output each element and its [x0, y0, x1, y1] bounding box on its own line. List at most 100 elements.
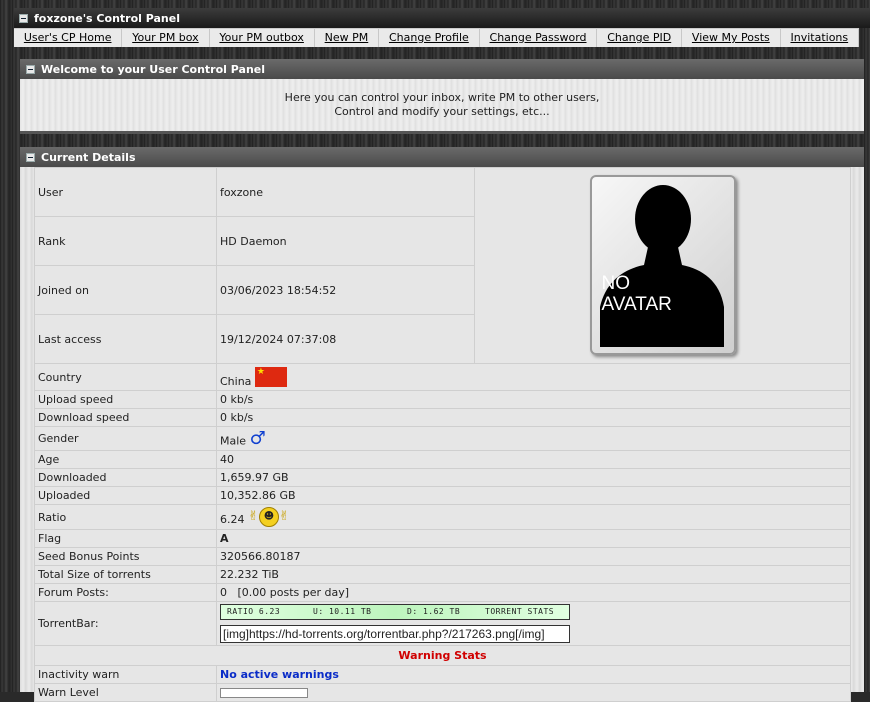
row-label: Download speed — [34, 408, 217, 427]
joined-value: 03/06/2023 18:54:52 — [216, 265, 475, 315]
username-value: foxzone — [216, 167, 475, 217]
rank-value: HD Daemon — [216, 216, 475, 266]
seed-bonus-value: 320566.80187 — [216, 547, 851, 566]
row-label: Warn Level — [34, 683, 217, 702]
download-speed-value: 0 kb/s — [216, 408, 851, 427]
row-label: Inactivity warn — [34, 665, 217, 684]
posts-per-day: [0.00 posts per day] — [237, 586, 350, 599]
country-cell: China ★ — [216, 363, 851, 391]
collapse-icon[interactable] — [19, 13, 28, 23]
silhouette-icon — [599, 185, 724, 347]
current-details-header: Current Details — [20, 147, 864, 167]
control-panel-title: foxzone's Control Panel — [34, 11, 180, 25]
forum-posts-cell: 0 [0.00 posts per day] — [216, 583, 851, 602]
ratio-value: 6.24 — [220, 513, 245, 526]
row-label: TorrentBar: — [34, 601, 217, 646]
age-value: 40 — [216, 450, 851, 469]
last-access-value: 19/12/2024 07:37:08 — [216, 314, 475, 364]
avatar-cell: NO AVATAR — [474, 167, 851, 364]
nav-change-profile[interactable]: Change Profile — [379, 29, 480, 47]
male-symbol-icon: ♂ — [249, 428, 266, 449]
welcome-header: Welcome to your User Control Panel — [20, 59, 864, 79]
torrentbar-cell: RATIO 6.23 U: 10.11 TB D: 1.62 TB TORRENT S… — [216, 601, 851, 646]
ratio-cell: 6.24 ✌ ☻ ✌ — [216, 504, 851, 530]
nav-view-my-posts[interactable]: View My Posts — [682, 29, 781, 47]
nav-change-pid[interactable]: Change PID — [597, 29, 683, 47]
nav-pm-outbox[interactable]: Your PM outbox — [210, 29, 315, 47]
torrentbar-upload: U: 10.11 TB — [313, 607, 372, 616]
table-row: Total Size of torrents 22.232 TiB — [34, 565, 851, 584]
welcome-line-2: Control and modify your settings, etc... — [334, 105, 550, 118]
thumbs-up-icon: ✌ — [248, 509, 259, 524]
table-row: TorrentBar: RATIO 6.23 U: 10.11 TB D: 1.62… — [34, 601, 851, 646]
nav-change-password[interactable]: Change Password — [480, 29, 598, 47]
row-label: Uploaded — [34, 486, 217, 505]
torrentbar-ratio: RATIO 6.23 — [227, 607, 281, 616]
current-details-title: Current Details — [41, 150, 136, 164]
row-label: Last access — [34, 314, 217, 364]
row-label: Total Size of torrents — [34, 565, 217, 584]
welcome-title: Welcome to your User Control Panel — [41, 62, 266, 76]
nav-invitations[interactable]: Invitations — [781, 29, 859, 47]
table-row: Uploaded 10,352.86 GB — [34, 486, 851, 505]
collapse-icon[interactable] — [26, 64, 35, 74]
table-row: Warning Stats — [34, 645, 851, 666]
inactivity-warn-value: No active warnings — [216, 665, 851, 684]
no-avatar-image: NO AVATAR — [589, 175, 736, 355]
china-flag-icon: ★ — [254, 366, 287, 387]
current-details-body: User foxzone NO AVATAR Rank HD Daemon Jo… — [20, 167, 864, 702]
table-row: Ratio 6.24 ✌ ☻ ✌ — [34, 504, 851, 530]
smiley-icon: ☻ — [258, 507, 279, 527]
table-row: Upload speed 0 kb/s — [34, 390, 851, 409]
row-label: Downloaded — [34, 468, 217, 487]
table-row: Downloaded 1,659.97 GB — [34, 468, 851, 487]
gender-cell: Male ♂ — [216, 426, 851, 451]
row-label: Upload speed — [34, 390, 217, 409]
torrentbar-code-field[interactable]: [img]https://hd-torrents.org/torrentbar.… — [220, 625, 570, 643]
table-row: Forum Posts: 0 [0.00 posts per day] — [34, 583, 851, 602]
table-row: Country China ★ — [34, 363, 851, 391]
forum-posts-value: 0 — [220, 586, 227, 599]
table-row: Seed Bonus Points 320566.80187 — [34, 547, 851, 566]
table-row: Warn Level — [34, 683, 851, 702]
table-row: User foxzone NO AVATAR — [34, 167, 851, 364]
upload-speed-value: 0 kb/s — [216, 390, 851, 409]
flag-value: A — [216, 529, 851, 548]
warn-level-bar — [220, 688, 308, 698]
row-label: Rank — [34, 216, 217, 266]
current-details-panel: Current Details User foxzone NO AVATAR R… — [20, 147, 864, 702]
row-label: Country — [34, 363, 217, 391]
welcome-line-1: Here you can control your inbox, write P… — [284, 91, 600, 104]
row-label: Gender — [34, 426, 217, 451]
row-label: Seed Bonus Points — [34, 547, 217, 566]
table-row: Download speed 0 kb/s — [34, 408, 851, 427]
collapse-icon[interactable] — [26, 152, 35, 162]
no-avatar-text: NO AVATAR — [601, 273, 672, 315]
table-row: Age 40 — [34, 450, 851, 469]
welcome-panel: Welcome to your User Control Panel Here … — [20, 59, 864, 134]
row-label: User — [34, 167, 217, 217]
control-panel-header: foxzone's Control Panel — [14, 8, 870, 28]
table-row: Flag A — [34, 529, 851, 548]
row-label: Joined on — [34, 265, 217, 315]
torrentbar-download: D: 1.62 TB — [407, 607, 461, 616]
nav-new-pm[interactable]: New PM — [315, 29, 380, 47]
warning-stats-heading: Warning Stats — [34, 645, 851, 666]
details-table: User foxzone NO AVATAR Rank HD Daemon Jo… — [34, 167, 851, 702]
nav-pm-box[interactable]: Your PM box — [122, 29, 210, 47]
row-label: Forum Posts: — [34, 583, 217, 602]
row-label: Age — [34, 450, 217, 469]
downloaded-value: 1,659.97 GB — [216, 468, 851, 487]
welcome-body: Here you can control your inbox, write P… — [20, 79, 864, 134]
table-row: Inactivity warn No active warnings — [34, 665, 851, 684]
row-label: Ratio — [34, 504, 217, 530]
thumbs-up-icon: ✌ — [278, 509, 290, 524]
torrentbar-image: RATIO 6.23 U: 10.11 TB D: 1.62 TB TORRENT S… — [220, 604, 570, 620]
uploaded-value: 10,352.86 GB — [216, 486, 851, 505]
warn-level-cell — [216, 683, 851, 702]
country-value: China — [220, 374, 252, 388]
nav-users-cp-home[interactable]: User's CP Home — [14, 29, 123, 47]
cp-navigation: User's CP Home Your PM box Your PM outbo… — [14, 28, 859, 47]
torrentbar-stats: TORRENT STATS — [485, 607, 555, 616]
total-size-value: 22.232 TiB — [216, 565, 851, 584]
